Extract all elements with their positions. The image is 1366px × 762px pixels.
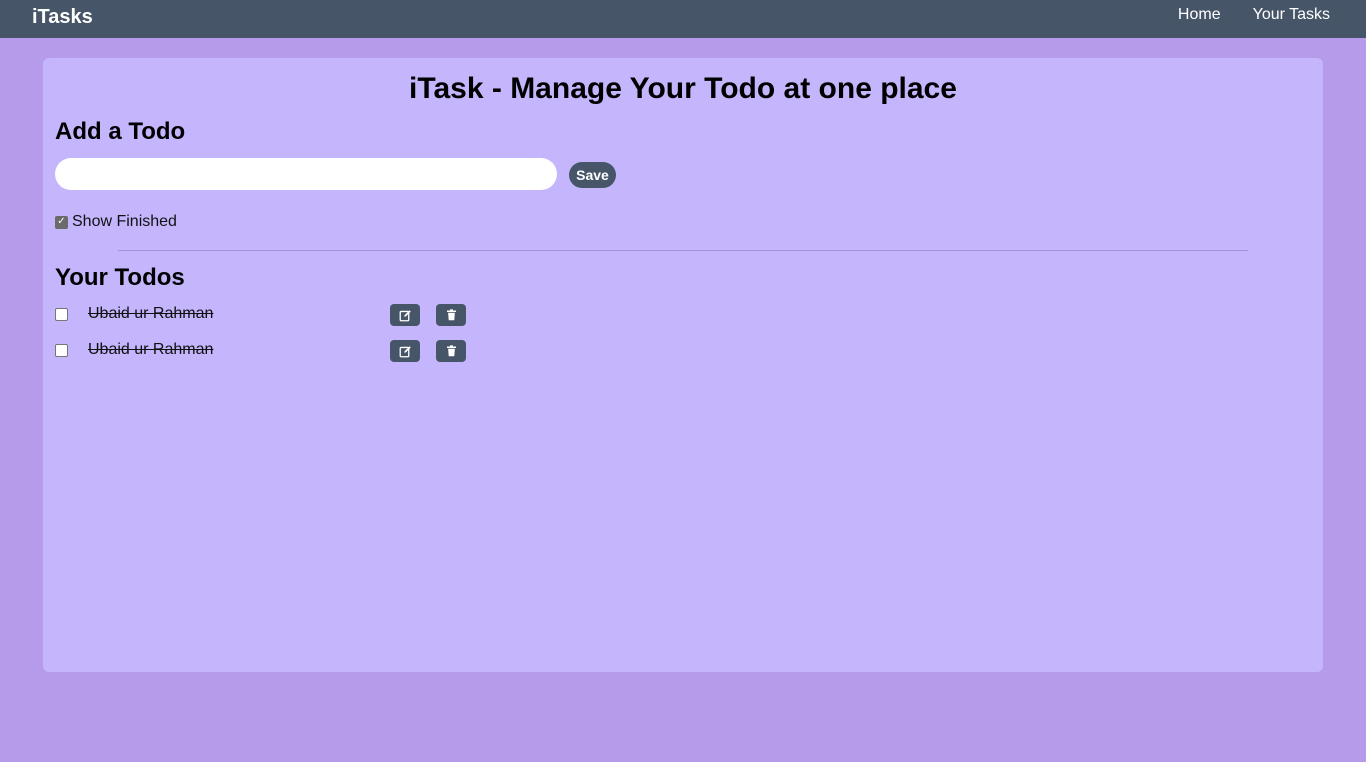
todo-text: Ubaid ur Rahman	[88, 305, 214, 322]
edit-button[interactable]	[390, 304, 420, 326]
page-title: iTask - Manage Your Todo at one place	[409, 72, 957, 105]
nav-link-your-tasks[interactable]: Your Tasks	[1253, 6, 1330, 24]
show-finished-toggle[interactable]: ✓ Show Finished	[55, 213, 177, 231]
your-todos-heading: Your Todos	[55, 264, 185, 291]
nav-link-home[interactable]: Home	[1178, 6, 1221, 24]
nav-links: Home Your Tasks	[1178, 6, 1330, 24]
save-button[interactable]: Save	[569, 162, 616, 188]
todo-checkbox[interactable]	[55, 308, 68, 321]
todo-item: Ubaid ur Rahman	[55, 340, 475, 362]
main-card: iTask - Manage Your Todo at one place Ad…	[43, 58, 1323, 672]
show-finished-checkbox[interactable]: ✓	[55, 215, 68, 229]
trash-icon	[446, 309, 456, 321]
delete-button[interactable]	[436, 304, 466, 326]
edit-icon	[399, 345, 411, 357]
trash-icon	[446, 345, 456, 357]
navbar: iTasks Home Your Tasks	[0, 0, 1366, 38]
edit-icon	[399, 309, 411, 321]
todo-input[interactable]	[55, 158, 557, 190]
todo-item: Ubaid ur Rahman	[55, 304, 475, 326]
add-todo-heading: Add a Todo	[55, 118, 186, 145]
edit-button[interactable]	[390, 340, 420, 362]
check-icon: ✓	[57, 216, 66, 227]
todo-checkbox[interactable]	[55, 344, 68, 357]
todo-text: Ubaid ur Rahman	[88, 341, 214, 358]
delete-button[interactable]	[436, 340, 466, 362]
show-finished-label: Show Finished	[72, 213, 177, 230]
brand-logo[interactable]: iTasks	[32, 6, 93, 29]
divider	[118, 250, 1248, 251]
